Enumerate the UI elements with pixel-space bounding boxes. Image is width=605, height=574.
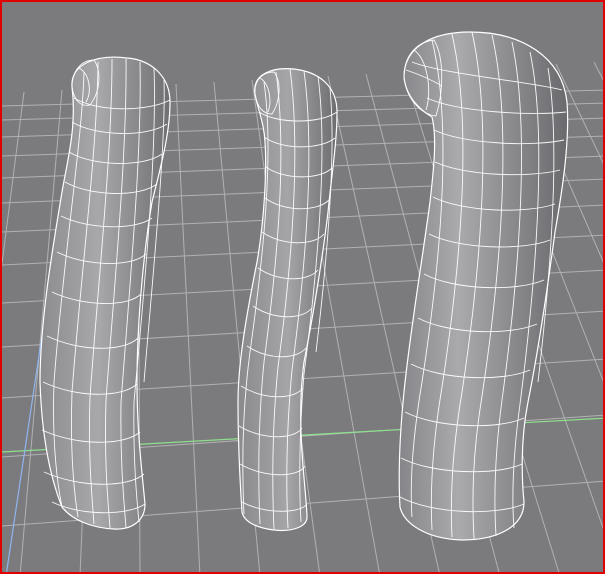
tube-right-body[interactable] (398, 31, 569, 541)
tube-left[interactable] (39, 56, 171, 530)
tube-middle[interactable] (237, 68, 338, 532)
tube-right[interactable] (398, 31, 569, 541)
3d-viewport[interactable]: tube-left tube-middle tube-right (0, 0, 605, 574)
viewport-scene[interactable] (2, 2, 605, 574)
tube-left-body[interactable] (39, 56, 171, 530)
